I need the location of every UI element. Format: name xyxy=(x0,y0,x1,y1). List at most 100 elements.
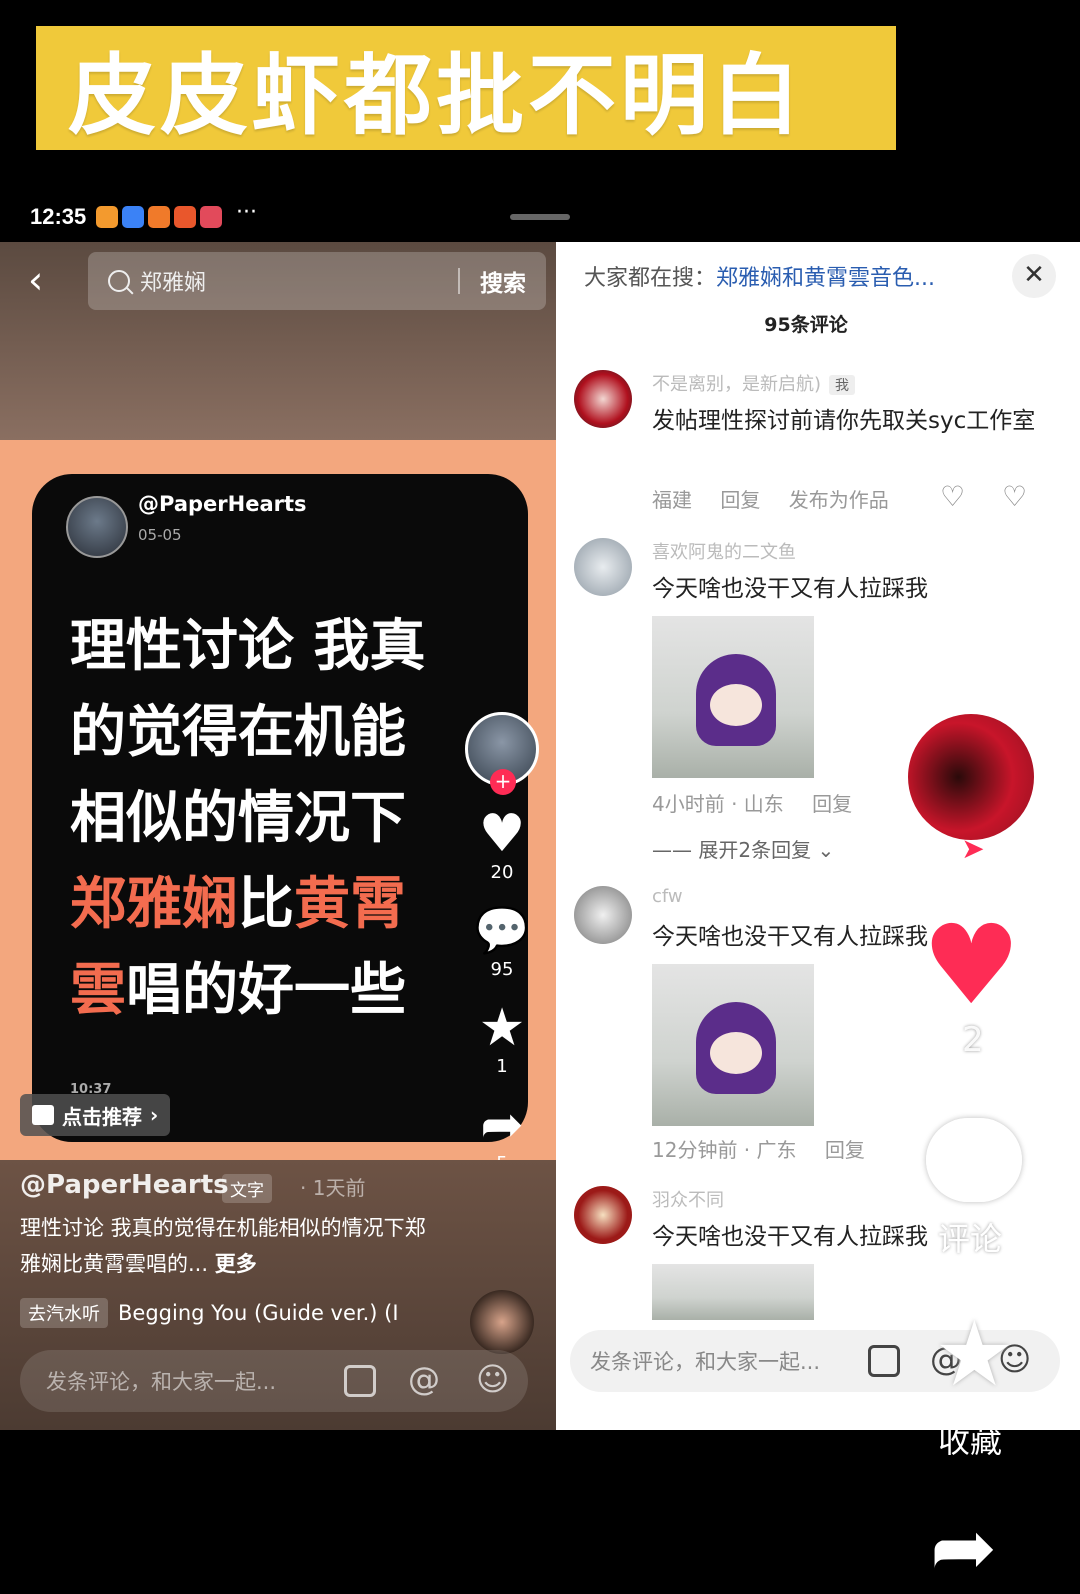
music-row[interactable]: 去汽水听 Begging You (Guide ver.) (I xyxy=(20,1298,420,1328)
at-icon[interactable]: @ xyxy=(408,1360,440,1398)
more-link[interactable]: 更多 xyxy=(215,1252,257,1276)
reply-button[interactable]: 回复 xyxy=(825,1138,865,1162)
comment-author[interactable]: 喜欢阿鬼的二文鱼 xyxy=(652,538,796,564)
favorite-count: 1 xyxy=(496,1056,508,1077)
card-line: 理性讨论 我真 xyxy=(70,614,426,679)
reply-button[interactable]: 回复 xyxy=(812,792,852,816)
app-icon xyxy=(174,206,196,228)
banner-title: 皮皮虾都批不明白 xyxy=(68,43,805,147)
card-line: 郑雅娴比黄霄 xyxy=(70,862,480,948)
avatar[interactable] xyxy=(574,370,632,428)
image-icon[interactable] xyxy=(868,1345,900,1377)
search-button[interactable]: 搜索 xyxy=(460,264,546,298)
card-text: 理性讨论 我真 的觉得在机能 相似的情况下 郑雅娴比黄霄 雲唱的好一些 xyxy=(70,604,480,1034)
overlay-avatar[interactable] xyxy=(906,712,1036,842)
publish-button[interactable]: 发布为作品 xyxy=(789,488,889,512)
comment-author-name: 不是离别，是新启航) xyxy=(652,374,822,395)
action-column: + ♥ 20 💬 95 ★ 1 ➦ 5 xyxy=(462,712,542,1174)
author-avatar[interactable]: + xyxy=(465,712,539,795)
hot-search-label: 大家都在搜： xyxy=(584,266,717,291)
music-disc-icon[interactable] xyxy=(470,1290,534,1354)
overlay-like-count: 2 xyxy=(962,1020,984,1060)
banner: 皮皮虾都批不明白 xyxy=(36,26,896,150)
music-title: Begging You (Guide ver.) (I xyxy=(118,1301,399,1325)
star-icon[interactable]: ★ xyxy=(479,1002,526,1054)
overlay-favorite-label: 收藏 xyxy=(938,1422,1003,1460)
comment-author[interactable]: 不是离别，是新启航) 我 xyxy=(652,370,856,396)
sticker-face xyxy=(710,684,762,726)
video-top-area: ‹ 郑雅娴 搜索 xyxy=(0,242,556,440)
search-input[interactable]: 郑雅娴 xyxy=(140,265,458,297)
recommend-label: 点击推荐 xyxy=(62,1104,142,1129)
search-bar[interactable]: 郑雅娴 搜索 xyxy=(88,252,546,310)
star-icon[interactable]: ★ xyxy=(934,1310,1015,1400)
video-info: @PaperHearts 文字 · 1天前 理性讨论 我真的觉得在机能相似的情况… xyxy=(0,1160,556,1430)
card-date: 05-05 xyxy=(138,526,182,544)
comment-image[interactable] xyxy=(652,964,814,1126)
comment-bubble-icon[interactable] xyxy=(926,1118,1022,1202)
comment-text: 今天啥也没干又有人拉踩我 xyxy=(652,576,928,602)
avatar[interactable] xyxy=(574,1186,632,1244)
app-icon xyxy=(96,206,118,228)
like-count: 20 xyxy=(490,862,514,883)
comment-image[interactable] xyxy=(652,616,814,778)
recommend-button[interactable]: 点击推荐 › xyxy=(20,1094,171,1136)
image-icon[interactable] xyxy=(344,1365,376,1397)
share-icon[interactable]: ➦ xyxy=(480,1099,524,1151)
comment-placeholder: 发条评论，和大家一起... xyxy=(46,1370,277,1394)
heart-icon[interactable]: ♡ xyxy=(940,480,965,513)
card-text-part: 唱的好一些 xyxy=(126,958,406,1023)
comment-input[interactable]: 发条评论，和大家一起... @ ☺ xyxy=(20,1350,528,1412)
heart-icon[interactable]: ♥ xyxy=(922,910,1021,1020)
status-more: ··· xyxy=(236,200,257,225)
comment-placeholder: 发条评论，和大家一起... xyxy=(590,1350,821,1374)
expand-replies[interactable]: —— 展开2条回复 ⌄ xyxy=(652,834,834,863)
post-card[interactable]: @PaperHearts 05-05 理性讨论 我真 的觉得在机能 相似的情况下… xyxy=(32,474,528,1142)
overlay-comment-label: 评论 xyxy=(938,1220,1003,1258)
avatar[interactable] xyxy=(574,886,632,944)
reply-button[interactable]: 回复 xyxy=(720,488,760,512)
type-tag: 文字 xyxy=(222,1174,272,1203)
comment-text: 发帖理性探讨前请你先取关syc工作室 xyxy=(652,408,1036,434)
music-tag[interactable]: 去汽水听 xyxy=(20,1298,108,1328)
follow-arrow-icon[interactable]: ➤ xyxy=(956,832,990,866)
comment-icon[interactable]: 💬 xyxy=(475,905,530,957)
chevron-right-icon: › xyxy=(150,1103,159,1127)
hot-search-keyword[interactable]: 郑雅娴和黄霄雲音色... xyxy=(716,266,935,291)
card-line: 雲唱的好一些 xyxy=(70,948,480,1034)
back-button[interactable]: ‹ xyxy=(28,261,68,302)
close-button[interactable]: ✕ xyxy=(1012,254,1056,298)
dislike-icon[interactable]: ♡ xyxy=(1002,480,1027,513)
comment-author[interactable]: 羽众不同 xyxy=(652,1186,724,1212)
avatar[interactable] xyxy=(574,538,632,596)
avatar xyxy=(66,496,128,558)
sticker-face xyxy=(710,1032,762,1074)
app-icon xyxy=(122,206,144,228)
highlight-text: 雲 xyxy=(70,958,126,1023)
hot-search[interactable]: 大家都在搜：郑雅娴和黄霄雲音色... xyxy=(584,260,935,292)
heart-icon[interactable]: ♥ xyxy=(479,808,526,860)
author-name[interactable]: @PaperHearts xyxy=(20,1170,229,1200)
comment-meta: 12分钟前 · 广东 回复 xyxy=(652,1134,865,1163)
follow-button[interactable]: + xyxy=(490,769,516,795)
highlight-text: 郑雅娴 xyxy=(70,872,238,937)
comments-title: 95条评论 xyxy=(764,314,848,336)
description[interactable]: 理性讨论 我真的觉得在机能相似的情况下郑雅娴比黄霄雲唱的... 更多 xyxy=(20,1210,440,1282)
card-line: 的觉得在机能 xyxy=(70,700,406,765)
app-icon xyxy=(148,206,170,228)
video-panel: ‹ 郑雅娴 搜索 @PaperHearts 05-05 理性讨论 我真 的觉得在… xyxy=(0,242,556,1430)
chevron-down-icon: ⌄ xyxy=(811,838,835,862)
comment-author[interactable]: cfw xyxy=(652,886,683,907)
emoji-icon[interactable]: ☺ xyxy=(476,1360,509,1398)
search-icon xyxy=(108,270,130,292)
card-line: 相似的情况下 xyxy=(70,786,406,851)
comment-image[interactable] xyxy=(652,1264,814,1320)
share-icon[interactable]: ➦ xyxy=(930,1508,997,1588)
comment-time: 12分钟前 · 广东 xyxy=(652,1138,797,1162)
expand-label: 展开2条回复 xyxy=(698,838,812,862)
comment-meta: 福建 回复 发布为作品 xyxy=(652,484,889,513)
card-handle: @PaperHearts xyxy=(138,492,307,516)
window-handle[interactable] xyxy=(510,214,570,220)
card-text-part: 比 xyxy=(238,872,294,937)
comment-item: 不是离别，是新启航) 我 发帖理性探讨前请你先取关syc工作室 福建 回复 发布为… xyxy=(574,370,1064,520)
